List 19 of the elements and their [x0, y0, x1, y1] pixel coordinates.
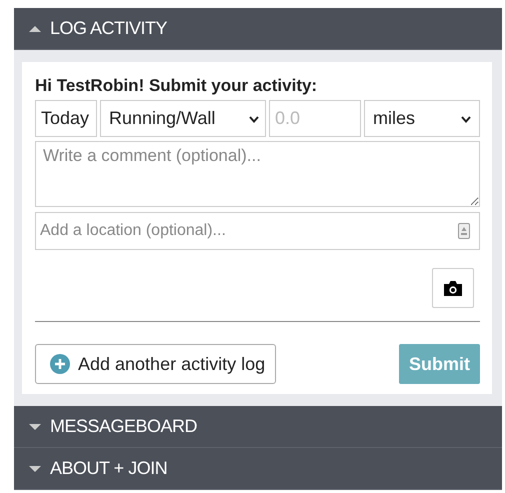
add-log-button[interactable]: Add another activity log: [35, 344, 276, 384]
location-field[interactable]: Add a location (optional)...: [35, 212, 480, 250]
date-field[interactable]: Today: [35, 100, 97, 137]
plus-icon: [50, 354, 70, 374]
caret-icon: [461, 114, 471, 122]
camera-icon: [443, 280, 463, 296]
comment-field[interactable]: Write a comment (optional)...: [35, 141, 480, 207]
triangle-down-icon: [28, 422, 42, 432]
unit-dropdown[interactable]: miles: [364, 100, 480, 137]
camera-button[interactable]: [432, 268, 474, 308]
section-header[interactable]: ABOUT + JOIN: [14, 448, 502, 490]
activity-dropdown[interactable]: Running/Wall: [100, 100, 266, 137]
greeting-text: Hi TestRobin! Submit your activity:: [35, 76, 318, 96]
amount-field[interactable]: 0.0: [269, 100, 361, 137]
caret-icon: [249, 114, 259, 122]
triangle-down-icon: [28, 464, 42, 474]
triangle-up-icon: [28, 24, 42, 34]
section-header[interactable]: MESSAGEBOARD: [14, 406, 502, 448]
section-header[interactable]: LOG ACTIVITY: [14, 8, 502, 50]
